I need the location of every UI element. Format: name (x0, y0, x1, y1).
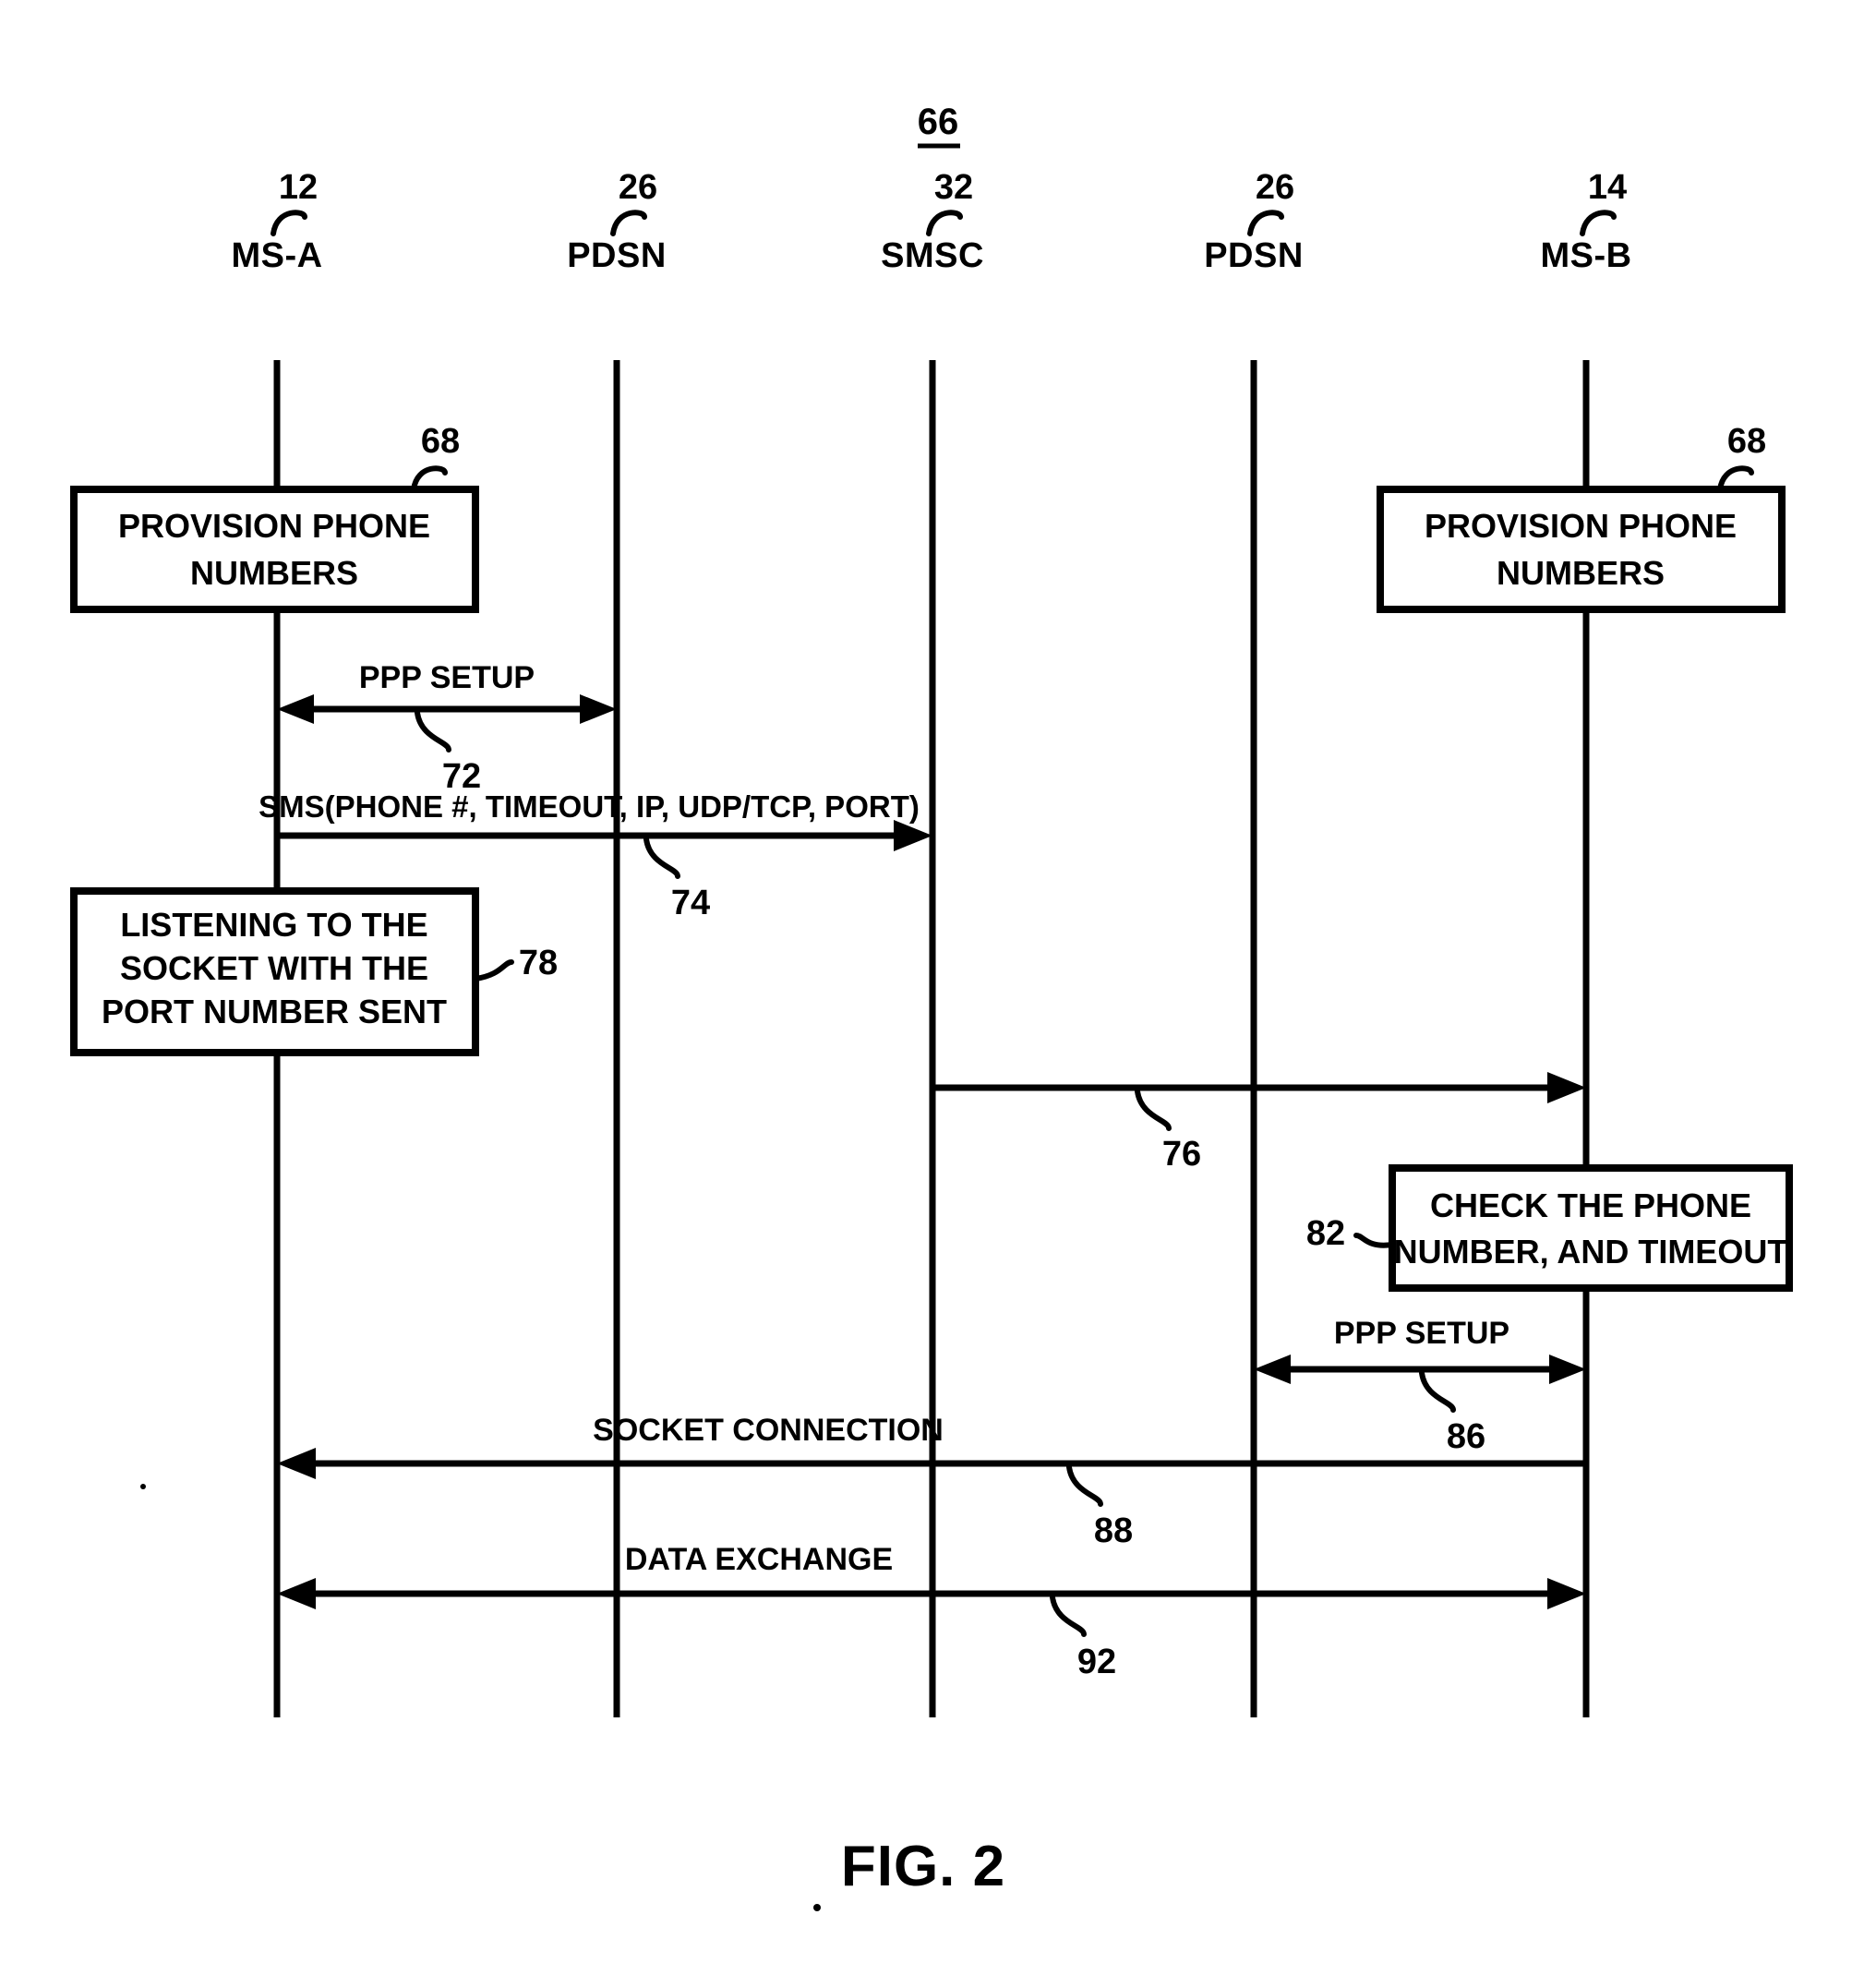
box-provision-b-line-1: PROVISION PHONE (1425, 507, 1737, 545)
arrowhead-right-data-exchange (1547, 1578, 1586, 1609)
box-listening-line-2: SOCKET WITH THE (120, 949, 428, 987)
lifeline-header-ms-a: 12 MS-A (231, 168, 322, 275)
message-label-ppp-setup-b: PPP SETUP (1334, 1316, 1509, 1351)
lifeline-header-smsc: 32 SMSC (881, 168, 984, 275)
arrowhead-left-data-exchange (277, 1578, 316, 1609)
message-ppp-setup-a: PPP SETUP 72 (277, 660, 617, 796)
box-provision-a-line-2: NUMBERS (190, 554, 358, 592)
leader-squiggle-ms-a (271, 210, 307, 236)
ref-number-78: 78 (519, 944, 558, 982)
message-label-sms-request: SMS(PHONE #, TIMEOUT, IP, UDP/TCP, PORT) (259, 789, 920, 824)
ref-number-76: 76 (1162, 1135, 1201, 1174)
box-check-line-2: NUMBER, AND TIMEOUT (1394, 1233, 1788, 1270)
leader-squiggle-ms-b (1580, 210, 1617, 236)
scan-speck-left (140, 1484, 146, 1489)
leader-squiggle-74 (643, 837, 680, 879)
ref-number-92: 92 (1077, 1643, 1116, 1681)
ref-number-32: 32 (934, 168, 973, 207)
leader-squiggle-72 (415, 710, 451, 753)
lifeline-label-pdsn-a: PDSN (567, 236, 667, 275)
box-check-line-1: CHECK THE PHONE (1430, 1186, 1751, 1224)
message-ppp-setup-b: PPP SETUP 86 (1254, 1316, 1586, 1456)
leader-squiggle-78 (473, 959, 514, 981)
leader-squiggle-smsc (926, 210, 963, 236)
ref-number-26-b: 26 (1256, 168, 1294, 207)
lifeline-header-pdsn-a: 26 PDSN (567, 168, 667, 275)
lifeline-label-smsc: SMSC (881, 236, 984, 275)
leader-squiggle-86 (1419, 1370, 1456, 1413)
leader-squiggle-92 (1050, 1595, 1087, 1637)
message-label-data-exchange: DATA EXCHANGE (625, 1542, 893, 1577)
leader-squiggle-pdsn-b (1247, 210, 1284, 236)
arrowhead-sms-delivery (1547, 1072, 1586, 1103)
message-sms-delivery: 76 (932, 1072, 1586, 1174)
figure-title: FIG. 2 (841, 1835, 1005, 1898)
leader-squiggle-pdsn-a (610, 210, 647, 236)
figure-top-ref: 66 (918, 102, 960, 149)
arrowhead-right-ppp-setup-b (1549, 1355, 1586, 1384)
scan-speck-bottom (813, 1904, 821, 1911)
sequence-diagram-canvas: 66 12 MS-A 26 PDSN 32 SMSC 26 PDSN 14 MS… (70, 102, 1793, 1911)
ref-number-88: 88 (1094, 1511, 1133, 1550)
ref-number-68-b: 68 (1727, 422, 1766, 461)
ref-number-74: 74 (671, 884, 710, 922)
message-label-socket-connection: SOCKET CONNECTION (593, 1413, 944, 1448)
lifeline-label-ms-a: MS-A (231, 236, 322, 275)
box-listening-line-1: LISTENING TO THE (120, 906, 427, 944)
lifeline-header-pdsn-b: 26 PDSN (1204, 168, 1304, 275)
message-label-ppp-setup-a: PPP SETUP (359, 660, 535, 695)
lifeline-header-ms-b: 14 MS-B (1540, 168, 1631, 275)
leader-squiggle-88 (1066, 1464, 1103, 1507)
ref-number-26-a: 26 (619, 168, 657, 207)
figure-top-ref-text: 66 (918, 102, 959, 142)
arrowhead-right-ppp-setup-a (580, 694, 617, 724)
arrowhead-socket-connection (277, 1448, 316, 1479)
arrowhead-sms-request (894, 820, 932, 851)
ref-number-86: 86 (1447, 1417, 1485, 1456)
box-listening-to-socket: LISTENING TO THE SOCKET WITH THE PORT NU… (70, 887, 558, 1056)
lifeline-label-pdsn-b: PDSN (1204, 236, 1304, 275)
leader-squiggle-82 (1353, 1233, 1395, 1248)
box-provision-a-line-1: PROVISION PHONE (118, 507, 430, 545)
box-check-phone-number: CHECK THE PHONE NUMBER, AND TIMEOUT 82 (1306, 1164, 1793, 1292)
arrowhead-left-ppp-setup-a (277, 694, 314, 724)
ref-number-68-a: 68 (421, 422, 460, 461)
ref-number-14: 14 (1588, 168, 1627, 207)
box-listening-line-3: PORT NUMBER SENT (102, 993, 447, 1030)
lifeline-label-ms-b: MS-B (1540, 236, 1631, 275)
box-provision-phone-numbers-b: PROVISION PHONE NUMBERS 68 (1377, 422, 1786, 613)
arrowhead-left-ppp-setup-b (1254, 1355, 1291, 1384)
patent-figure: 66 12 MS-A 26 PDSN 32 SMSC 26 PDSN 14 MS… (0, 0, 1876, 1987)
ref-number-82: 82 (1306, 1214, 1345, 1253)
box-provision-b-line-2: NUMBERS (1497, 554, 1665, 592)
ref-number-12: 12 (279, 168, 318, 207)
leader-squiggle-76 (1135, 1089, 1172, 1131)
